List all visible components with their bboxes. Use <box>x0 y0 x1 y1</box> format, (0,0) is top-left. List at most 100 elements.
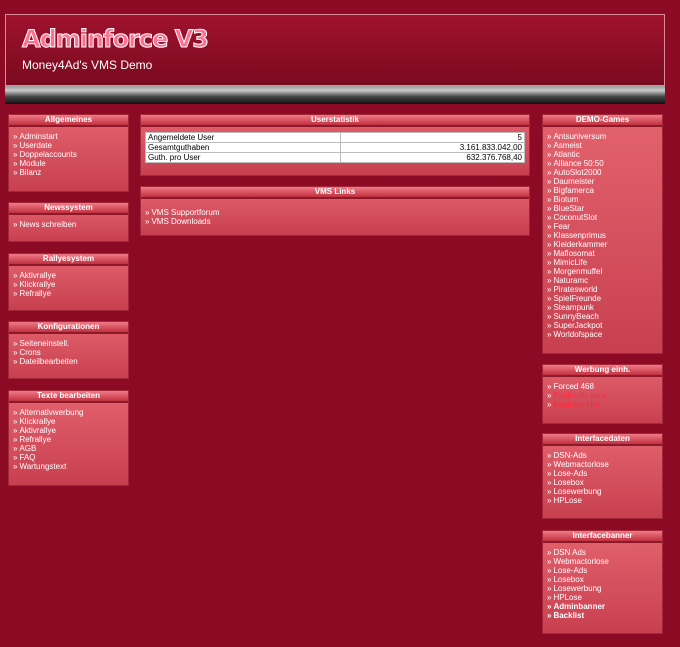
menu-link-mimiclife[interactable]: » MimicLife <box>547 258 658 267</box>
menu-link-dsn-ads[interactable]: » DSN Ads <box>547 548 658 557</box>
menu-link-wartungstext[interactable]: » Wartungstext <box>13 462 124 471</box>
menu-link-mafiosomat[interactable]: » Mafiosomat <box>547 249 658 258</box>
menu-link-superjackpot[interactable]: » SuperJackpot <box>547 321 658 330</box>
menu-link-kleiderkammer[interactable]: » Kleiderkammer <box>547 240 658 249</box>
box-title: Interfacebanner <box>543 531 662 543</box>
menu-link-paidmails-vers[interactable]: » Paidmails vers. <box>547 391 658 400</box>
arrow-icon: » <box>547 150 552 159</box>
menu-link-losewerbung[interactable]: » Losewerbung <box>547 584 658 593</box>
menu-link-naturamc[interactable]: » Naturamc <box>547 276 658 285</box>
menu-link-label: Losewerbung <box>553 584 602 593</box>
menu-link-losebox[interactable]: » Losebox <box>547 478 658 487</box>
menu-link-adminbanner[interactable]: » Adminbanner <box>547 602 658 611</box>
menu-link-losewerbung[interactable]: » Losewerbung <box>547 487 658 496</box>
menu-link-hplose[interactable]: » HPLose <box>547 496 658 505</box>
menu-link-label: Paidmail-Hot <box>553 400 600 409</box>
menu-werbung: » Forced 468» Paidmails vers.» Paidmail-Hot <box>543 377 662 413</box>
arrow-icon: » <box>547 159 552 168</box>
arrow-icon: » <box>13 408 18 417</box>
menu-link-alternativwerbung[interactable]: » Alternativwerbung <box>13 408 124 417</box>
menu-link-label: Naturamc <box>553 276 589 285</box>
menu-konfigurationen: » Seiteneinstell.» Crons» Dateilbearbeiten <box>9 334 128 370</box>
menu-link-worldofspace[interactable]: » Worldofspace <box>547 330 658 339</box>
arrow-icon: » <box>547 249 552 258</box>
menu-link-agb[interactable]: » AGB <box>13 444 124 453</box>
menu-link-webmactorlose[interactable]: » Webmactorlose <box>547 557 658 566</box>
menu-link-forced-468[interactable]: » Forced 468 <box>547 382 658 391</box>
menu-link-aktivrallye[interactable]: » Aktivrallye <box>13 271 124 280</box>
arrow-icon: » <box>547 382 552 391</box>
menu-link-dateilbearbeiten[interactable]: » Dateilbearbeiten <box>13 357 124 366</box>
menu-link-label: Fear <box>553 222 570 231</box>
menu-link-vms-supportforum[interactable]: » VMS Supportforum <box>145 208 525 217</box>
site-logo[interactable]: Adminforce V3 <box>22 25 210 54</box>
menu-link-fear[interactable]: » Fear <box>547 222 658 231</box>
menu-link-webmactorlose[interactable]: » Webmactorlose <box>547 460 658 469</box>
menu-link-refrallye[interactable]: » Refrallye <box>13 289 124 298</box>
arrow-icon: » <box>13 417 18 426</box>
menu-link-biotum[interactable]: » Biotum <box>547 195 658 204</box>
menu-link-label: Alliance 50:50 <box>553 159 604 168</box>
menu-link-hplose[interactable]: » HPLose <box>547 593 658 602</box>
menu-vms-links: » VMS Supportforum» VMS Downloads <box>141 199 529 230</box>
menu-link-news-schreiben[interactable]: » News schreiben <box>13 220 124 229</box>
menu-link-lose-ads[interactable]: » Lose-Ads <box>547 566 658 575</box>
menu-link-label: Wartungstext <box>19 462 67 471</box>
menu-rallyesystem: » Aktivrallye» Klickrallye» Refrallye <box>9 266 128 302</box>
menu-link-label: Piratesworld <box>553 285 598 294</box>
menu-link-userdate[interactable]: » Userdate <box>13 141 124 150</box>
menu-link-backlist[interactable]: » Backlist <box>547 611 658 620</box>
menu-link-aktivrallye[interactable]: » Aktivrallye <box>13 426 124 435</box>
menu-link-vms-downloads[interactable]: » VMS Downloads <box>145 217 525 226</box>
menu-link-paidmail-hot[interactable]: » Paidmail-Hot <box>547 400 658 409</box>
menu-link-antsuniversum[interactable]: » Antsuniversum <box>547 132 658 141</box>
arrow-icon: » <box>13 141 18 150</box>
menu-link-faq[interactable]: » FAQ <box>13 453 124 462</box>
menu-link-klassenprimus[interactable]: » Klassenprimus <box>547 231 658 240</box>
menu-link-lose-ads[interactable]: » Lose-Ads <box>547 469 658 478</box>
stat-label: Angemeldete User <box>145 132 341 143</box>
menu-link-label: Refrallye <box>19 435 52 444</box>
arrow-icon: » <box>547 141 552 150</box>
menu-link-atlantic[interactable]: » Atlantic <box>547 150 658 159</box>
arrow-icon: » <box>547 186 552 195</box>
menu-link-module[interactable]: » Module <box>13 159 124 168</box>
menu-link-steampunk[interactable]: » Steampunk <box>547 303 658 312</box>
menu-link-refrallye[interactable]: » Refrallye <box>13 435 124 444</box>
menu-link-klickrallye[interactable]: » Klickrallye <box>13 417 124 426</box>
arrow-icon: » <box>547 611 552 620</box>
menu-link-bilanz[interactable]: » Bilanz <box>13 168 124 177</box>
menu-link-dsn-ads[interactable]: » DSN-Ads <box>547 451 658 460</box>
menu-link-crons[interactable]: » Crons <box>13 348 124 357</box>
box-interfacedaten: Interfacedaten » DSN-Ads» Webmactorlose» Lo… <box>542 433 663 519</box>
menu-link-label: CoconutSlot <box>553 213 598 222</box>
menu-interfacebanner: » DSN Ads» Webmactorlose» Lose-Ads» Losebox»… <box>543 543 662 624</box>
menu-link-label: SunnyBeach <box>553 312 599 321</box>
menu-link-coconutslot[interactable]: » CoconutSlot <box>547 213 658 222</box>
menu-link-adminstart[interactable]: » Adminstart <box>13 132 124 141</box>
table-row: Gesamtguthaben 3.161.833.042,00 <box>145 142 526 153</box>
menu-link-daumeister[interactable]: » Daumeister <box>547 177 658 186</box>
menu-link-sunnybeach[interactable]: » SunnyBeach <box>547 312 658 321</box>
menu-link-seiteneinstell[interactable]: » Seiteneinstell. <box>13 339 124 348</box>
menu-link-bigfamerca[interactable]: » Bigfamerca <box>547 186 658 195</box>
menu-newssystem: » News schreiben <box>9 215 128 233</box>
menu-link-label: SpielFreunde <box>553 294 602 303</box>
box-title: Userstatistik <box>141 115 529 127</box>
arrow-icon: » <box>13 426 18 435</box>
menu-link-spielfreunde[interactable]: » SpielFreunde <box>547 294 658 303</box>
menu-link-label: Bilanz <box>19 168 42 177</box>
menu-link-morgenmuffel[interactable]: » Morgenmuffel <box>547 267 658 276</box>
menu-link-alliance-50-50[interactable]: » Alliance 50:50 <box>547 159 658 168</box>
menu-interfacedaten: » DSN-Ads» Webmactorlose» Lose-Ads» Losebox»… <box>543 446 662 509</box>
menu-link-autoslot2000[interactable]: » AutoSlot2000 <box>547 168 658 177</box>
menu-link-doppelaccounts[interactable]: » Doppelaccounts <box>13 150 124 159</box>
header-divider-bar <box>5 86 665 104</box>
menu-link-asmeist[interactable]: » Asmeist <box>547 141 658 150</box>
menu-link-label: Losewerbung <box>553 487 602 496</box>
menu-link-klickrallye[interactable]: » Klickrallye <box>13 280 124 289</box>
menu-link-losebox[interactable]: » Losebox <box>547 575 658 584</box>
box-title: Allgemeines <box>9 115 128 127</box>
menu-link-bluestar[interactable]: » BlueStar <box>547 204 658 213</box>
menu-link-piratesworld[interactable]: » Piratesworld <box>547 285 658 294</box>
